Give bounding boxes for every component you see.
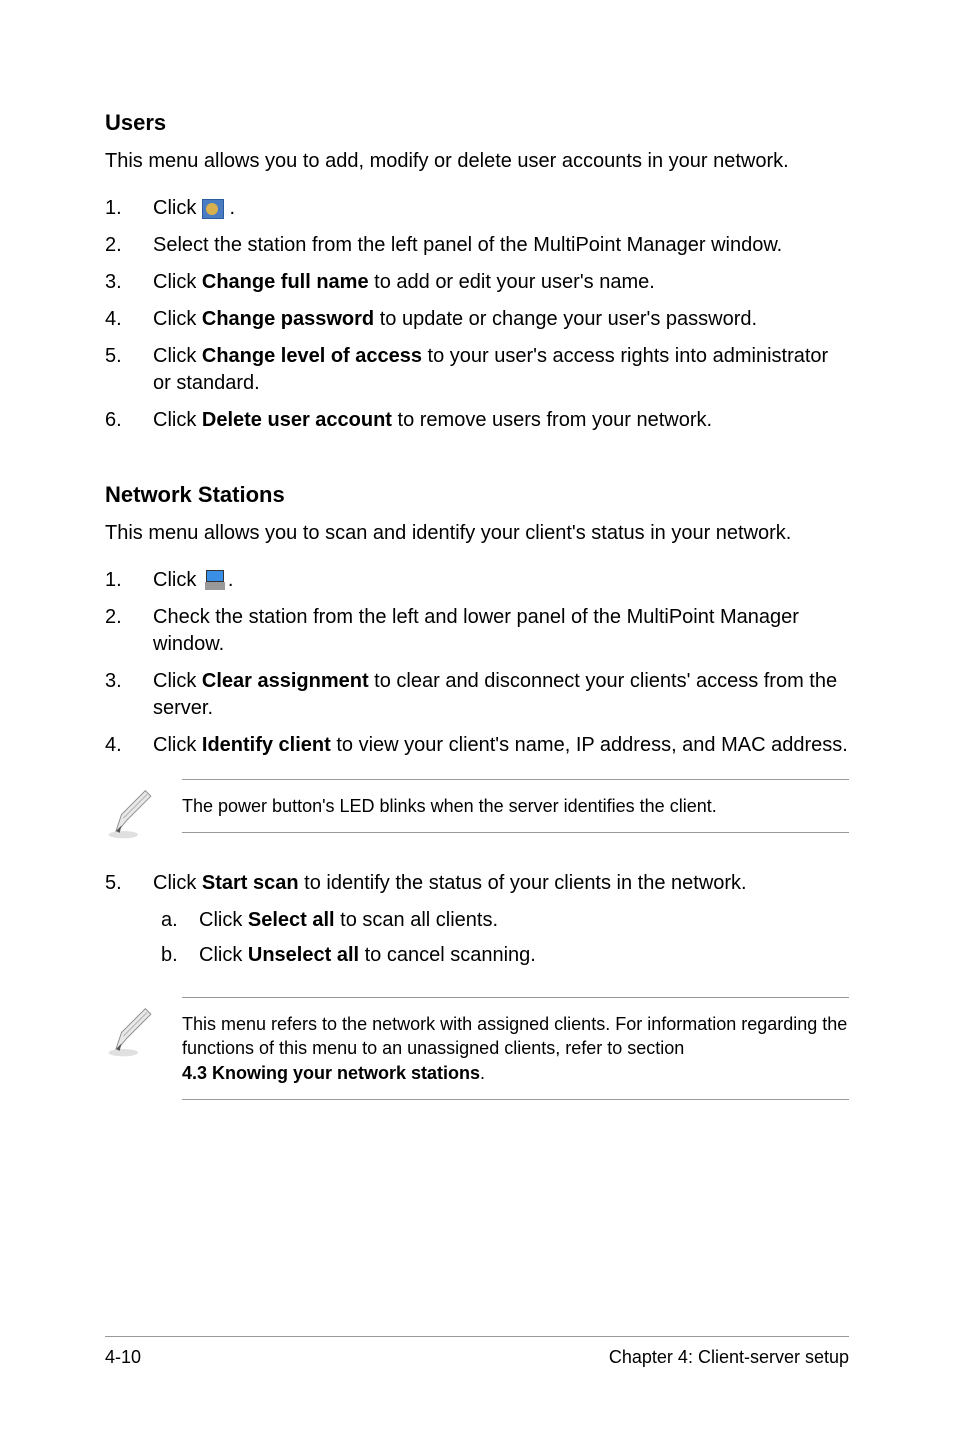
- item-content: Click .: [153, 195, 849, 222]
- pen-icon: [105, 1005, 160, 1060]
- bold-term: Identify client: [202, 734, 331, 756]
- sub-content: Click Select all to scan all clients.: [199, 907, 498, 934]
- item-content: Click Change level of access to your use…: [153, 343, 849, 397]
- list-item: 4. Click Change password to update or ch…: [105, 306, 849, 333]
- text-segment: .: [228, 569, 234, 591]
- item-content: Click Change password to update or chang…: [153, 306, 849, 333]
- list-item: 2. Select the station from the left pane…: [105, 232, 849, 259]
- text-segment: Click: [153, 872, 202, 894]
- text-segment: Click: [153, 670, 202, 692]
- sub-item: b. Click Unselect all to cancel scanning…: [153, 942, 849, 969]
- list-item: 1. Click .: [105, 195, 849, 222]
- users-intro: This menu allows you to add, modify or d…: [105, 148, 849, 175]
- pen-icon: [105, 787, 160, 842]
- note-text: The power button's LED blinks when the s…: [182, 779, 849, 833]
- text-segment: Click: [153, 345, 202, 367]
- text-segment: to scan all clients.: [335, 909, 498, 931]
- sub-content: Click Unselect all to cancel scanning.: [199, 942, 536, 969]
- item-content: Click .: [153, 567, 849, 594]
- text-segment: Click: [199, 944, 248, 966]
- item-number: 4.: [105, 732, 153, 759]
- text-segment: Click: [153, 409, 202, 431]
- item-number: 1.: [105, 567, 153, 594]
- monitors-icon: [202, 570, 228, 592]
- list-item: 4. Click Identify client to view your cl…: [105, 732, 849, 759]
- item-content: Select the station from the left panel o…: [153, 232, 849, 259]
- bold-term: Change password: [202, 308, 374, 330]
- users-icon: [202, 199, 224, 219]
- bold-term: Select all: [248, 909, 335, 931]
- list-item: 3. Click Change full name to add or edit…: [105, 269, 849, 296]
- item-number: 4.: [105, 306, 153, 333]
- list-item: 3. Click Clear assignment to clear and d…: [105, 668, 849, 722]
- item-number: 5.: [105, 870, 153, 977]
- item-number: 2.: [105, 232, 153, 259]
- sub-list: a. Click Select all to scan all clients.…: [153, 907, 849, 969]
- text-segment: Click: [153, 734, 202, 756]
- bold-term: Change level of access: [202, 345, 422, 367]
- list-item: 5. Click Start scan to identify the stat…: [105, 870, 849, 977]
- bold-term: 4.3 Knowing your network stations: [182, 1063, 480, 1083]
- item-number: 6.: [105, 407, 153, 434]
- text-segment: Click: [153, 569, 202, 591]
- bold-term: Clear assignment: [202, 670, 369, 692]
- item-content: Click Clear assignment to clear and disc…: [153, 668, 849, 722]
- item-content: Click Change full name to add or edit yo…: [153, 269, 849, 296]
- list-item: 1. Click .: [105, 567, 849, 594]
- page-footer: 4-10 Chapter 4: Client-server setup: [105, 1336, 849, 1368]
- network-list: 1. Click . 2. Check the station from the…: [105, 567, 849, 759]
- text-segment: Click: [153, 197, 202, 219]
- bold-term: Delete user account: [202, 409, 392, 431]
- sub-number: b.: [153, 942, 199, 969]
- bold-term: Start scan: [202, 872, 299, 894]
- note-block: This menu refers to the network with ass…: [105, 997, 849, 1100]
- text-segment: to cancel scanning.: [359, 944, 536, 966]
- sub-item: a. Click Select all to scan all clients.: [153, 907, 849, 934]
- page-number: 4-10: [105, 1347, 141, 1368]
- text-segment: to identify the status of your clients i…: [299, 872, 747, 894]
- text-segment: to view your client's name, IP address, …: [331, 734, 848, 756]
- network-heading: Network Stations: [105, 482, 849, 508]
- list-item: 5. Click Change level of access to your …: [105, 343, 849, 397]
- item-number: 3.: [105, 269, 153, 296]
- network-list-2: 5. Click Start scan to identify the stat…: [105, 870, 849, 977]
- item-content: Click Start scan to identify the status …: [153, 870, 849, 977]
- list-item: 6. Click Delete user account to remove u…: [105, 407, 849, 434]
- chapter-label: Chapter 4: Client-server setup: [609, 1347, 849, 1368]
- note-block: The power button's LED blinks when the s…: [105, 779, 849, 842]
- text-segment: to remove users from your network.: [392, 409, 712, 431]
- text-segment: .: [480, 1063, 485, 1083]
- sub-number: a.: [153, 907, 199, 934]
- text-segment: to add or edit your user's name.: [369, 271, 655, 293]
- text-segment: Click: [153, 308, 202, 330]
- item-number: 3.: [105, 668, 153, 722]
- document-page: Users This menu allows you to add, modif…: [0, 0, 954, 1438]
- text-segment: Click: [153, 271, 202, 293]
- item-number: 1.: [105, 195, 153, 222]
- bold-term: Unselect all: [248, 944, 359, 966]
- item-number: 2.: [105, 604, 153, 658]
- text-segment: to update or change your user's password…: [374, 308, 757, 330]
- item-content: Click Identify client to view your clien…: [153, 732, 849, 759]
- note-text: This menu refers to the network with ass…: [182, 997, 849, 1100]
- text-segment: .: [224, 197, 235, 219]
- bold-term: Change full name: [202, 271, 369, 293]
- text-segment: This menu refers to the network with ass…: [182, 1014, 847, 1058]
- network-intro: This menu allows you to scan and identif…: [105, 520, 849, 547]
- item-number: 5.: [105, 343, 153, 397]
- item-content: Click Delete user account to remove user…: [153, 407, 849, 434]
- item-content: Check the station from the left and lowe…: [153, 604, 849, 658]
- users-heading: Users: [105, 110, 849, 136]
- text-segment: Click: [199, 909, 248, 931]
- list-item: 2. Check the station from the left and l…: [105, 604, 849, 658]
- users-list: 1. Click . 2. Select the station from th…: [105, 195, 849, 434]
